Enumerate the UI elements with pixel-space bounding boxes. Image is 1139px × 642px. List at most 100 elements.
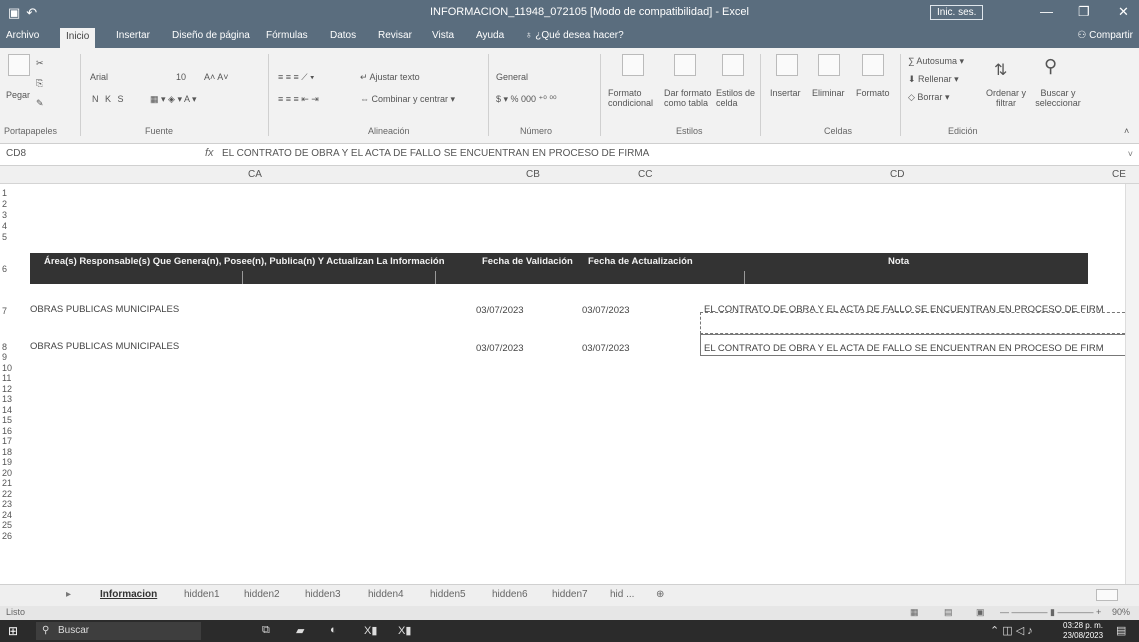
fx-icon[interactable]: fx xyxy=(205,147,214,159)
grow-shrink-font-icon[interactable]: A˄ A˅ xyxy=(204,72,229,82)
paste-icon[interactable] xyxy=(8,54,30,76)
collapse-ribbon-icon[interactable]: ˄ xyxy=(1124,126,1129,136)
row-number[interactable]: 12 xyxy=(2,384,16,394)
row-number[interactable]: 2 xyxy=(2,199,16,209)
clock[interactable]: 03:28 p. m. 23/08/2023 xyxy=(1063,621,1103,641)
row-number[interactable]: 5 xyxy=(2,232,16,242)
row-number[interactable]: 17 xyxy=(2,436,16,446)
taskbar-search[interactable]: ⚲ Buscar xyxy=(36,622,201,640)
table-format-icon[interactable] xyxy=(674,54,696,76)
sheet-tab-informacion[interactable]: Informacion xyxy=(100,589,157,600)
column-header[interactable]: CC xyxy=(638,169,652,180)
cell-update-date[interactable]: 03/07/2023 xyxy=(582,305,630,316)
number-format-select[interactable]: General xyxy=(496,72,528,82)
format-button[interactable]: Formato xyxy=(856,88,890,98)
tab-archivo[interactable]: Archivo xyxy=(6,30,39,41)
minimize-button[interactable]: — xyxy=(1040,4,1053,19)
cell-styles-button[interactable]: Estilos de celda xyxy=(716,88,756,108)
format-cells-icon[interactable] xyxy=(862,54,884,76)
header-area[interactable]: Área(s) Responsable(s) Que Genera(n), Po… xyxy=(44,256,445,267)
sheet-tab[interactable]: hidden1 xyxy=(184,589,220,600)
add-sheet-icon[interactable]: ⊕ xyxy=(656,589,664,600)
row-number[interactable]: 14 xyxy=(2,405,16,415)
tab-diseno[interactable]: Diseño de página xyxy=(172,30,250,41)
copy-icon[interactable]: ⎘ xyxy=(36,78,43,89)
merge-center-button[interactable]: ⇔ Combinar y centrar ▾ xyxy=(360,94,455,105)
autosum-button[interactable]: ∑ Autosuma ▾ xyxy=(908,56,964,67)
system-tray-icons[interactable]: ⌃ ◫ ◁ ♪ xyxy=(990,624,1033,637)
cell-styles-icon[interactable] xyxy=(722,54,744,76)
expand-formula-icon[interactable]: ˅ xyxy=(1128,149,1133,159)
tab-formulas[interactable]: Fórmulas xyxy=(266,30,308,41)
delete-cells-icon[interactable] xyxy=(818,54,840,76)
column-header[interactable]: CD xyxy=(890,169,904,180)
formula-input[interactable]: EL CONTRATO DE OBRA Y EL ACTA DE FALLO S… xyxy=(222,148,649,159)
conditional-format-icon[interactable] xyxy=(622,54,644,76)
worksheet-grid[interactable]: 1 2 3 4 5 6 7 8 9 10 11 12 13 14 15 16 1… xyxy=(0,184,1139,584)
wrap-text-button[interactable]: ↵ Ajustar texto xyxy=(360,72,420,83)
name-box[interactable]: CD8 xyxy=(6,148,26,159)
cell-update-date[interactable]: 03/07/2023 xyxy=(582,343,630,354)
cell-area[interactable]: OBRAS PUBLICAS MUNICIPALES xyxy=(30,304,179,315)
scroll-sheets-icon[interactable]: ▸ xyxy=(66,589,71,600)
font-name-select[interactable]: Arial xyxy=(90,72,108,82)
header-update-date[interactable]: Fecha de Actualización xyxy=(588,256,693,267)
row-number[interactable]: 10 xyxy=(2,363,16,373)
borders-fill-color-icon[interactable]: ▦ ▾ ◈ ▾ A ▾ xyxy=(150,94,197,105)
delete-button[interactable]: Eliminar xyxy=(812,88,845,98)
sheet-tab[interactable]: hidden3 xyxy=(305,589,341,600)
find-select-button[interactable]: Buscar y seleccionar xyxy=(1030,88,1086,108)
conditional-format-button[interactable]: Formato condicional xyxy=(608,88,660,108)
fill-button[interactable]: ⬇ Rellenar ▾ xyxy=(908,74,959,85)
sheet-tab[interactable]: hidden4 xyxy=(368,589,404,600)
tab-vista[interactable]: Vista xyxy=(432,30,454,41)
excel-icon[interactable]: X▮ xyxy=(364,624,377,637)
cut-icon[interactable]: ✂ xyxy=(36,58,44,69)
cell-validation-date[interactable]: 03/07/2023 xyxy=(476,305,524,316)
sheet-tab[interactable]: hid ... xyxy=(610,589,634,600)
file-explorer-icon[interactable]: ▰ xyxy=(296,624,304,637)
row-number[interactable]: 25 xyxy=(2,520,16,530)
vertical-scrollbar[interactable] xyxy=(1125,184,1139,584)
sheet-tab[interactable]: hidden5 xyxy=(430,589,466,600)
excel-window-icon[interactable]: X▮ xyxy=(398,624,411,637)
tab-inicio[interactable]: Inicio xyxy=(60,28,96,48)
format-painter-icon[interactable]: ✎ xyxy=(36,98,44,109)
column-header[interactable]: CA xyxy=(248,169,262,180)
sort-filter-button[interactable]: Ordenar y filtrar xyxy=(984,88,1028,108)
header-validation-date[interactable]: Fecha de Validación xyxy=(482,256,573,267)
sheet-tab[interactable]: hidden6 xyxy=(492,589,528,600)
column-header[interactable]: CE xyxy=(1112,169,1126,180)
row-number[interactable]: 6 xyxy=(2,264,16,274)
header-note[interactable]: Nota xyxy=(888,256,909,267)
save-icon[interactable]: ▣ xyxy=(8,5,26,20)
row-number[interactable]: 15 xyxy=(2,415,16,425)
row-number[interactable]: 13 xyxy=(2,394,16,404)
zoom-slider[interactable]: — ———— ▮ ———— + xyxy=(1000,607,1101,618)
font-size-select[interactable]: 10 xyxy=(176,72,186,82)
sheet-tab[interactable]: hidden2 xyxy=(244,589,280,600)
task-view-icon[interactable]: ⧉ xyxy=(262,624,270,637)
align-horizontal-icons[interactable]: ≡ ≡ ≡ ⇤ ⇥ xyxy=(278,94,319,105)
row-number[interactable]: 18 xyxy=(2,447,16,457)
tab-revisar[interactable]: Revisar xyxy=(378,30,412,41)
row-number[interactable]: 16 xyxy=(2,426,16,436)
row-number[interactable]: 1 xyxy=(2,188,16,198)
notifications-icon[interactable]: ▤ xyxy=(1116,624,1126,637)
row-number[interactable]: 24 xyxy=(2,510,16,520)
format-as-table-button[interactable]: Dar formato como tabla xyxy=(664,88,714,108)
cell-validation-date[interactable]: 03/07/2023 xyxy=(476,343,524,354)
restore-button[interactable]: ❐ xyxy=(1078,4,1090,20)
row-number[interactable]: 23 xyxy=(2,499,16,509)
windows-start-icon[interactable]: ⊞ xyxy=(8,624,18,638)
insert-button[interactable]: Insertar xyxy=(770,88,801,98)
row-number[interactable]: 21 xyxy=(2,478,16,488)
search-input[interactable]: Buscar xyxy=(58,625,89,636)
insert-cells-icon[interactable] xyxy=(776,54,798,76)
page-break-icon[interactable]: ▣ xyxy=(976,607,985,618)
tell-me-search[interactable]: ♁ ¿Qué desea hacer? xyxy=(525,30,624,41)
sheet-tab[interactable]: hidden7 xyxy=(552,589,588,600)
bold-italic-underline[interactable]: N K S xyxy=(92,94,126,104)
row-number[interactable]: 7 xyxy=(2,306,16,316)
row-number[interactable]: 11 xyxy=(2,373,16,383)
